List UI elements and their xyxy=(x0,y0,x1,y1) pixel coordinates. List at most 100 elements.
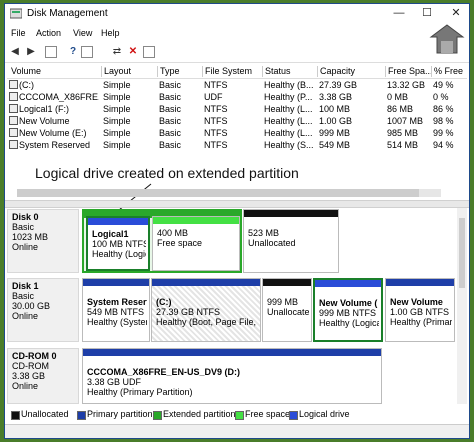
disk-management-icon xyxy=(10,8,22,19)
volume-type: Basic xyxy=(159,80,182,90)
col-percent-free[interactable]: % Free xyxy=(431,66,463,77)
volume-row[interactable]: New Volume (E:) Simple Basic NTFS Health… xyxy=(7,128,467,140)
volume-status: Healthy (B... xyxy=(264,80,314,90)
disk-state: Online xyxy=(12,311,39,321)
legend-swatch-extended xyxy=(153,411,162,420)
partition-size: 999 MB xyxy=(267,297,299,307)
volume-capacity: 27.39 GB xyxy=(319,80,358,90)
volume-row[interactable]: CCCOMA_X86FRE... Simple Basic UDF Health… xyxy=(7,92,467,104)
volume-name: New Volume xyxy=(19,116,70,126)
volume-row[interactable]: Logical1 (F:) Simple Basic NTFS Healthy … xyxy=(7,104,467,116)
disk-size: 1023 MB xyxy=(12,232,49,242)
volume-pct: 99 % xyxy=(433,128,454,138)
help-icon[interactable]: ? xyxy=(67,46,79,58)
forward-icon[interactable]: ▶ xyxy=(25,46,37,58)
list-icon[interactable] xyxy=(81,46,93,58)
desktop-background: Disk Management — ☐ ✕ File Action View H… xyxy=(0,0,474,442)
partition-logical1[interactable]: Logical1 100 MB NTFS Healthy (Logic xyxy=(86,216,150,271)
legend-label: Primary partition xyxy=(87,409,153,419)
properties-icon[interactable] xyxy=(143,46,155,58)
col-type[interactable]: Type xyxy=(157,66,180,77)
disk-0-label[interactable]: Disk 0 Basic 1023 MB Online xyxy=(7,209,79,273)
delete-icon[interactable]: ✕ xyxy=(127,46,139,58)
pane-splitter[interactable] xyxy=(5,200,469,208)
volume-pct: 86 % xyxy=(433,104,454,114)
disk-size: 30.00 GB xyxy=(12,301,51,311)
volume-row[interactable]: System Reserved Simple Basic NTFS Health… xyxy=(7,140,467,152)
partition-size: 549 MB NTFS xyxy=(87,307,145,317)
col-capacity[interactable]: Capacity xyxy=(317,66,355,77)
volume-list-horizontal-scrollbar[interactable] xyxy=(17,189,441,197)
cd-rom-0-label[interactable]: CD-ROM 0 CD-ROM 3.38 GB Online xyxy=(7,348,79,404)
volume-fs: NTFS xyxy=(204,140,228,150)
col-volume[interactable]: Volume xyxy=(9,66,41,77)
partition-size: 27.39 GB NTFS xyxy=(156,307,221,317)
col-status[interactable]: Status xyxy=(262,66,291,77)
status-bar xyxy=(5,424,469,438)
annotation-caption: Logical drive created on extended partit… xyxy=(35,165,299,181)
volume-type: Basic xyxy=(159,128,182,138)
volume-row[interactable]: New Volume Simple Basic NTFS Healthy (L.… xyxy=(7,116,467,128)
partition-status: Healthy (Primary Partition) xyxy=(87,387,193,397)
partition-size: 100 MB NTFS xyxy=(92,239,146,249)
volume-free: 1007 MB xyxy=(387,116,424,126)
drive-icon xyxy=(9,140,18,149)
drive-icon xyxy=(9,80,18,89)
menu-view[interactable]: View xyxy=(73,28,92,38)
partition-cd-rom[interactable]: CCCOMA_X86FRE_EN-US_DV9 (D:) 3.38 GB UDF… xyxy=(82,348,382,404)
partition-c-drive[interactable]: (C:) 27.39 GB NTFS Healthy (Boot, Page F… xyxy=(151,278,261,342)
grid-icon[interactable] xyxy=(45,46,57,58)
disk-state: Online xyxy=(12,242,39,252)
volume-free: 86 MB xyxy=(387,104,414,114)
partition-name: CCCOMA_X86FRE_EN-US_DV9 (D:) xyxy=(87,367,241,377)
partition-status: Healthy (Boot, Page File, C xyxy=(156,317,258,327)
volume-name: CCCOMA_X86FRE... xyxy=(19,92,99,102)
minimize-button[interactable]: — xyxy=(392,6,406,20)
volume-free: 514 MB xyxy=(387,140,419,150)
volume-fs: NTFS xyxy=(204,116,228,126)
disk-type: Basic xyxy=(12,291,35,301)
partition-status: Unallocated xyxy=(267,307,309,317)
menu-file[interactable]: File xyxy=(11,28,26,38)
toolbar: ◀ ▶ ? ⇄ ✕ xyxy=(5,44,469,63)
col-file-system[interactable]: File System xyxy=(202,66,252,77)
title-bar[interactable]: Disk Management — ☐ ✕ xyxy=(5,4,469,25)
partition-free-space[interactable]: 400 MB Free space xyxy=(152,216,240,271)
volume-pct: 94 % xyxy=(433,140,454,150)
maximize-button[interactable]: ☐ xyxy=(420,6,434,20)
partition-unallocated[interactable]: 999 MB Unallocated xyxy=(262,278,312,342)
partition-status: Free space xyxy=(157,238,203,248)
volume-status: Healthy (L... xyxy=(264,116,313,126)
col-layout[interactable]: Layout xyxy=(101,66,131,77)
cd-drive-icon xyxy=(9,92,18,101)
partition-system-reserved[interactable]: System Reserv 549 MB NTFS Healthy (Syste… xyxy=(82,278,150,342)
partition-size: 3.38 GB UDF xyxy=(87,377,142,387)
drive-icon xyxy=(9,128,18,137)
volume-row[interactable]: (C:) Simple Basic NTFS Healthy (B... 27.… xyxy=(7,80,467,92)
col-free-space[interactable]: Free Spa... xyxy=(385,66,433,77)
volume-name: System Reserved xyxy=(19,140,91,150)
partition-size: 999 MB NTFS xyxy=(319,308,377,318)
connect-icon[interactable]: ⇄ xyxy=(111,46,123,58)
partition-status: Healthy (Logica xyxy=(319,318,379,328)
close-button[interactable]: ✕ xyxy=(449,6,463,20)
volume-free: 985 MB xyxy=(387,128,419,138)
partition-new-volume-primary[interactable]: New Volume 1.00 GB NTFS Healthy (Primary xyxy=(385,278,455,342)
scroll-thumb[interactable] xyxy=(17,189,419,197)
menu-help[interactable]: Help xyxy=(101,28,120,38)
disk-view-vertical-scrollbar[interactable] xyxy=(457,208,467,404)
disk-name: CD-ROM 0 xyxy=(12,351,57,361)
partition-new-volume-logical[interactable]: New Volume ( 999 MB NTFS Healthy (Logica xyxy=(313,278,383,342)
legend-label: Extended partition xyxy=(163,409,236,419)
disk-1-label[interactable]: Disk 1 Basic 30.00 GB Online xyxy=(7,278,79,342)
partition-unallocated[interactable]: 523 MB Unallocated xyxy=(243,209,339,273)
legend-swatch-free xyxy=(235,411,244,420)
volume-capacity: 549 MB xyxy=(319,140,351,150)
back-icon[interactable]: ◀ xyxy=(9,46,21,58)
volume-capacity: 999 MB xyxy=(319,128,351,138)
menu-action[interactable]: Action xyxy=(36,28,61,38)
volume-pct: 0 % xyxy=(433,92,449,102)
volume-free: 13.32 GB xyxy=(387,80,426,90)
volume-type: Basic xyxy=(159,116,182,126)
scroll-thumb[interactable] xyxy=(459,218,465,288)
